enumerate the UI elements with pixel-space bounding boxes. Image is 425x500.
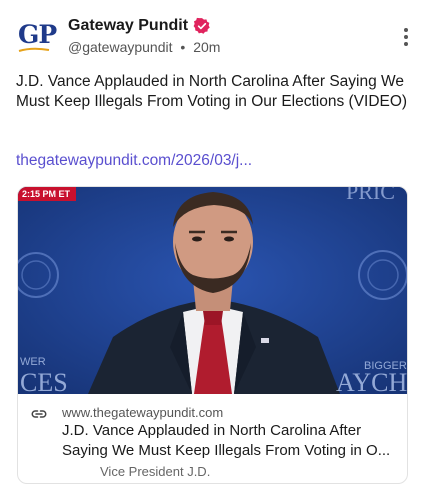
backdrop-text-right2: AYCHE	[336, 368, 408, 394]
account-avatar[interactable]: GP	[14, 16, 57, 56]
preview-title-line-1: J.D. Vance Applauded in North Carolina A…	[62, 422, 362, 439]
account-handle[interactable]: @gatewaypundit	[68, 39, 173, 55]
preview-title[interactable]: J.D. Vance Applauded in North Carolina A…	[62, 421, 398, 461]
broadcast-time-text: 2:15 PM ET	[22, 189, 71, 199]
account-name[interactable]: Gateway Pundit	[68, 17, 188, 35]
post-header: GP Gateway Pundit @gatewaypundit • 20m	[14, 12, 411, 62]
broadcast-timestamp: 2:15 PM ET	[18, 187, 77, 201]
name-row: Gateway Pundit	[68, 17, 211, 35]
preview-title-line-2: Saying We Must Keep Illegals From Voting…	[62, 442, 391, 459]
preview-body[interactable]: www.thegatewaypundit.com J.D. Vance Appl…	[18, 394, 407, 483]
backdrop-text-left2: CES	[20, 368, 68, 394]
verified-badge-icon	[193, 17, 210, 34]
preview-domain: www.thegatewaypundit.com	[62, 405, 224, 420]
more-vertical-icon[interactable]	[403, 28, 409, 48]
post-text: J.D. Vance Applauded in North Carolina A…	[16, 73, 408, 110]
preview-image[interactable]: PRIC WER CES BIGGER AYCHE 2:15 PM ET	[18, 187, 408, 394]
link-icon	[31, 410, 47, 418]
link-preview-card[interactable]: PRIC WER CES BIGGER AYCHE 2:15 PM ET www…	[17, 186, 408, 484]
post-link[interactable]: thegatewaypundit.com/2026/03/j...	[16, 152, 252, 170]
logo-swoosh-icon	[18, 47, 50, 52]
speaker-photo: PRIC WER CES BIGGER AYCHE	[18, 187, 408, 394]
logo-text: GP	[18, 20, 57, 49]
post-time: 20m	[193, 39, 221, 55]
backdrop-text-top: PRIC	[346, 187, 395, 204]
preview-caption: Vice President J.D.	[100, 464, 211, 479]
backdrop-text-left: WER	[20, 356, 46, 368]
separator: •	[180, 39, 186, 55]
handle-row: @gatewaypundit • 20m	[68, 39, 224, 55]
